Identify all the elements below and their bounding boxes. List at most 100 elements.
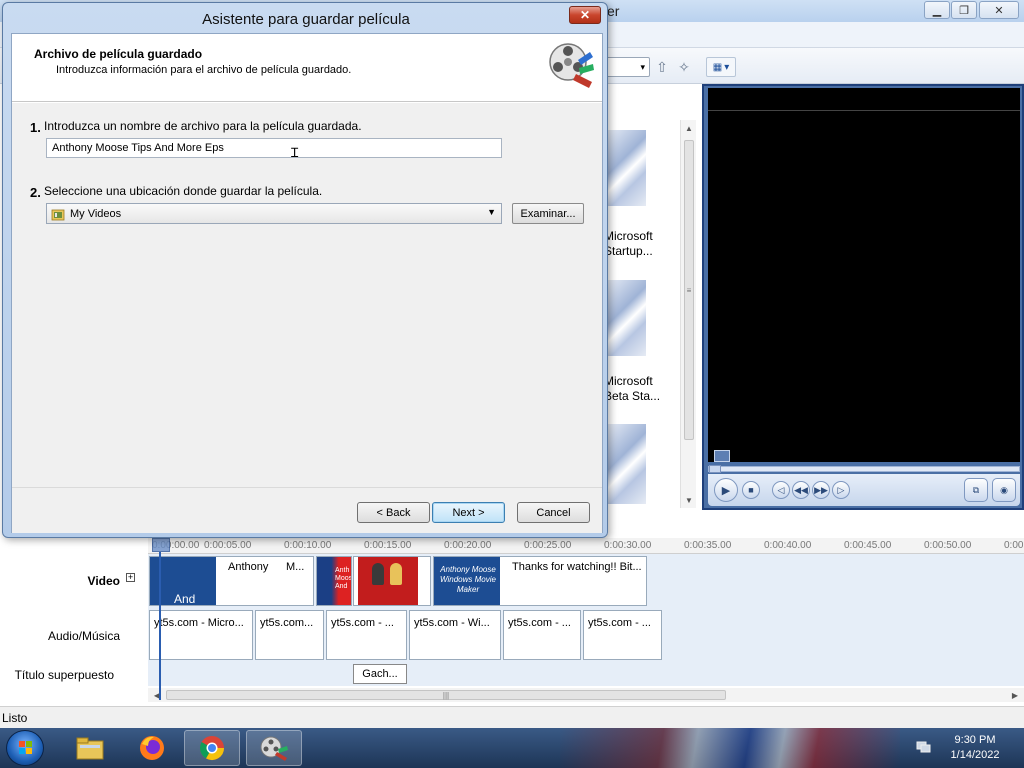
play-icon[interactable]: ▶ — [714, 478, 738, 502]
expand-plus-icon[interactable]: + — [126, 573, 135, 582]
scroll-thumb[interactable]: ≡ — [684, 140, 694, 440]
new-folder-icon[interactable]: ✧ — [674, 57, 694, 77]
location-label: Seleccione una ubicación donde guardar l… — [44, 184, 323, 198]
scroll-left-arrow-icon[interactable]: ◀ — [150, 688, 164, 702]
video-clip[interactable] — [353, 556, 431, 606]
firefox-taskbar-button[interactable] — [124, 730, 180, 766]
start-button[interactable] — [6, 730, 44, 766]
ruler-tick: 0:00:25.00 — [524, 540, 572, 551]
chrome-taskbar-button[interactable] — [184, 730, 240, 766]
timeline-ruler[interactable]: 0:00:00.00 0:00:05.00 0:00:10.00 0:00:15… — [148, 538, 1024, 554]
taskbar: 9:30 PM 1/14/2022 — [0, 728, 1024, 768]
clock-time: 9:30 PM — [954, 734, 996, 746]
preview-monitor: ▶ ■ ◁ ◀◀ ▶▶ ▷ ⧉ ◉ — [702, 84, 1024, 510]
preview-divider — [708, 110, 1020, 111]
film-reel-icon — [260, 736, 288, 761]
timeline-scrollbar[interactable]: ◀ ||| ▶ — [148, 688, 1024, 702]
windows-logo-icon — [19, 741, 32, 754]
system-clock[interactable]: 9:30 PM 1/14/2022 — [940, 733, 1010, 763]
fast-forward-icon[interactable]: ▶▶ — [812, 481, 830, 499]
file-explorer-taskbar-button[interactable] — [62, 730, 118, 766]
playhead-marker[interactable] — [152, 538, 170, 552]
clip-thumbnail: Anthony Moose Windows Movie Maker — [434, 557, 500, 605]
camera-icon[interactable]: ◉ — [992, 478, 1016, 502]
fullscreen-icon[interactable] — [714, 450, 730, 462]
scroll-up-arrow-icon[interactable]: ▲ — [681, 120, 697, 136]
step-number: 1. — [30, 120, 41, 135]
playback-controls: ▶ ■ ◁ ◀◀ ▶▶ ▷ ⧉ ◉ — [708, 474, 1020, 506]
dialog-header: Archivo de película guardado Introduzca … — [12, 34, 602, 102]
save-location-dropdown[interactable]: My Videos ▼ — [46, 203, 502, 224]
header-subtitle: Introduzca información para el archivo d… — [56, 64, 352, 76]
seek-bar[interactable] — [708, 465, 1020, 473]
character-art — [390, 563, 402, 585]
firefox-icon — [140, 736, 164, 760]
view-options-button[interactable]: ▦ ▾ — [706, 57, 736, 77]
clip-label: Microsoft Beta Sta... — [604, 374, 661, 403]
clip-thumbnail[interactable] — [606, 130, 646, 206]
title-overlay-track-label: Título superpuesto — [14, 668, 114, 682]
thumbnail-text: And — [174, 592, 196, 606]
clip-thumbnail[interactable] — [606, 280, 646, 356]
dialog-footer: < Back Next > Cancel — [12, 487, 602, 533]
ruler-tick: 0:00:15.00 — [364, 540, 412, 551]
rewind-icon[interactable]: ◀◀ — [792, 481, 810, 499]
audio-clip[interactable]: yt5s.com - ... — [503, 610, 581, 660]
ruler-tick: 0:00:5 — [1004, 540, 1024, 551]
video-clip[interactable]: Anth Moos And — [316, 556, 352, 606]
cancel-button[interactable]: Cancel — [517, 502, 590, 523]
audio-clip[interactable]: yt5s.com - ... — [326, 610, 407, 660]
clock-date: 1/14/2022 — [950, 749, 1000, 761]
video-clip[interactable]: And Anthony M... — [149, 556, 314, 606]
timeline: 0:00:00.00 0:00:05.00 0:00:10.00 0:00:15… — [0, 536, 1024, 706]
audio-clip[interactable]: yt5s.com - Micro... — [149, 610, 253, 660]
up-folder-icon[interactable]: ⇧ — [652, 57, 672, 77]
previous-frame-icon[interactable]: ◁ — [772, 481, 790, 499]
browse-button[interactable]: Examinar... — [512, 203, 584, 224]
clip-thumbnail — [358, 557, 418, 605]
audio-clip[interactable]: yt5s.com - ... — [583, 610, 662, 660]
dialog-close-button[interactable]: ✕ — [569, 6, 601, 24]
scroll-right-arrow-icon[interactable]: ▶ — [1008, 688, 1022, 702]
grid-view-icon: ▦ — [712, 61, 723, 73]
scroll-thumb[interactable]: ||| — [166, 690, 726, 700]
preview-screen — [708, 88, 1020, 462]
main-close-button[interactable]: ✕ — [979, 1, 1019, 19]
next-frame-icon[interactable]: ▷ — [832, 481, 850, 499]
clip-thumbnail[interactable] — [606, 424, 646, 504]
movie-maker-taskbar-button[interactable] — [246, 730, 302, 766]
collection-dropdown[interactable]: ▾ — [604, 57, 650, 77]
seek-thumb[interactable] — [709, 465, 721, 473]
video-clip[interactable]: Anthony Moose Windows Movie Maker Thanks… — [433, 556, 647, 606]
network-icon[interactable] — [916, 740, 932, 754]
ruler-tick: 0:00:30.00 — [604, 540, 652, 551]
ruler-tick: 0:00:50.00 — [924, 540, 972, 551]
save-movie-wizard-dialog: Asistente para guardar película ✕ Archiv… — [2, 2, 608, 538]
back-button[interactable]: < Back — [357, 502, 430, 523]
audio-track-label: Audio/Música — [47, 629, 120, 643]
minimize-button[interactable]: ▁ — [924, 1, 950, 19]
split-clip-icon[interactable]: ⧉ — [964, 478, 988, 502]
ruler-tick: 0:00:35.00 — [684, 540, 732, 551]
filename-input[interactable] — [46, 138, 502, 158]
dialog-body: Archivo de película guardado Introduzca … — [11, 33, 603, 533]
audio-clip[interactable]: yt5s.com - Wi... — [409, 610, 501, 660]
restore-button[interactable]: ❐ — [951, 1, 977, 19]
audio-clip[interactable]: yt5s.com... — [255, 610, 324, 660]
videos-folder-icon — [51, 209, 65, 220]
desktop-wallpaper — [560, 728, 900, 768]
clip-thumbnail: Anth Moos And — [317, 557, 351, 605]
next-button[interactable]: Next > — [432, 502, 505, 523]
scroll-down-arrow-icon[interactable]: ▼ — [681, 492, 697, 508]
location-value: My Videos — [70, 207, 122, 220]
filename-label: Introduzca un nombre de archivo para la … — [44, 119, 362, 133]
content-scrollbar[interactable]: ▲ ≡ ▼ — [680, 120, 696, 508]
dialog-content: 1. Introduzca un nombre de archivo para … — [12, 103, 602, 487]
clip-label: Microsoft Startup... — [604, 229, 653, 258]
playhead-line[interactable] — [159, 552, 161, 700]
title-clip[interactable]: Gach... — [353, 664, 407, 684]
video-track: And Anthony M... Anth Moos And Anthony M… — [148, 554, 1024, 608]
ruler-tick: 0:00:05.00 — [204, 540, 252, 551]
dropdown-arrow-icon: ▼ — [487, 207, 496, 217]
stop-icon[interactable]: ■ — [742, 481, 760, 499]
